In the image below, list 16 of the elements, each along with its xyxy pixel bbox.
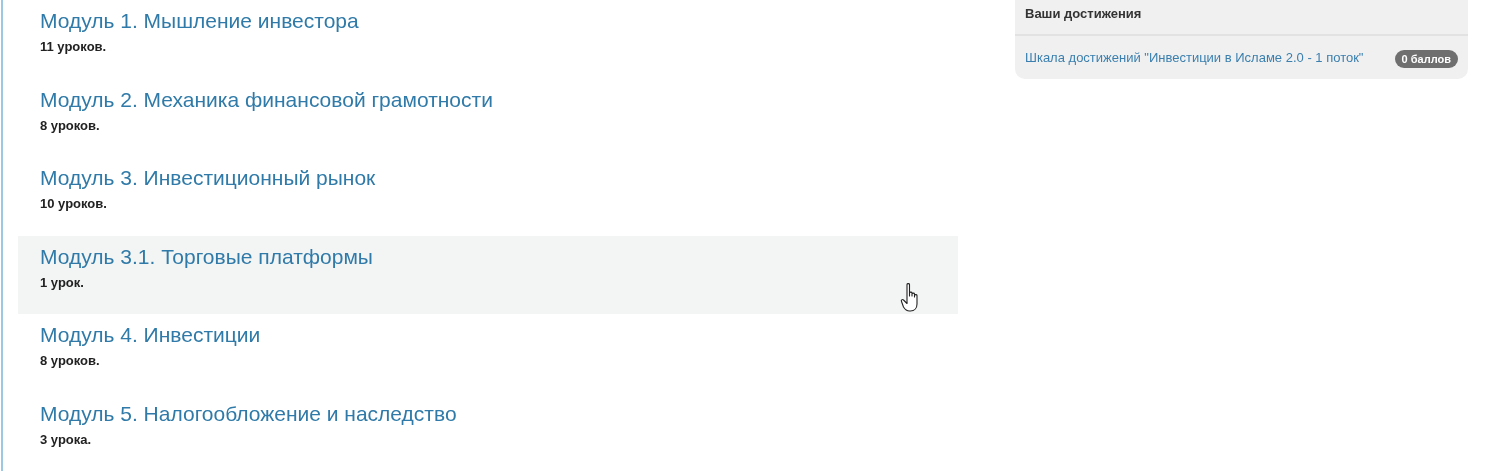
lesson-count: 8 уроков. [40,116,100,135]
lesson-count: 8 уроков. [40,352,100,370]
module-title[interactable]: Модуль 4. Инвестиции [40,322,261,348]
lesson-count: 1 урок. [40,273,84,292]
panel-title: Ваши достижения [1025,5,1142,23]
module-row[interactable]: Модуль 3.1. Торговые платформы 1 урок. [18,235,958,314]
lesson-count: 10 уроков. [40,195,107,213]
lesson-count: 3 урока. [40,430,92,449]
achievement-link[interactable]: Шкала достижений "Инвестиции в Исламе 2.0 - 1 поток" [1025,45,1370,69]
points-badge: 0 баллов [1394,49,1458,68]
module-title[interactable]: Модуль 1. Мышление инвестора [40,8,359,34]
module-title[interactable]: Модуль 3.1. Торговые платформы [40,243,373,270]
module-title[interactable]: Модуль 3. Инвестиционный рынок [40,165,376,191]
module-title[interactable]: Модуль 5. Налогообложение и наследство [40,400,457,427]
lesson-count: 11 уроков. [40,38,107,56]
module-title[interactable]: Модуль 2. Механика финансовой грамотности [40,86,493,113]
